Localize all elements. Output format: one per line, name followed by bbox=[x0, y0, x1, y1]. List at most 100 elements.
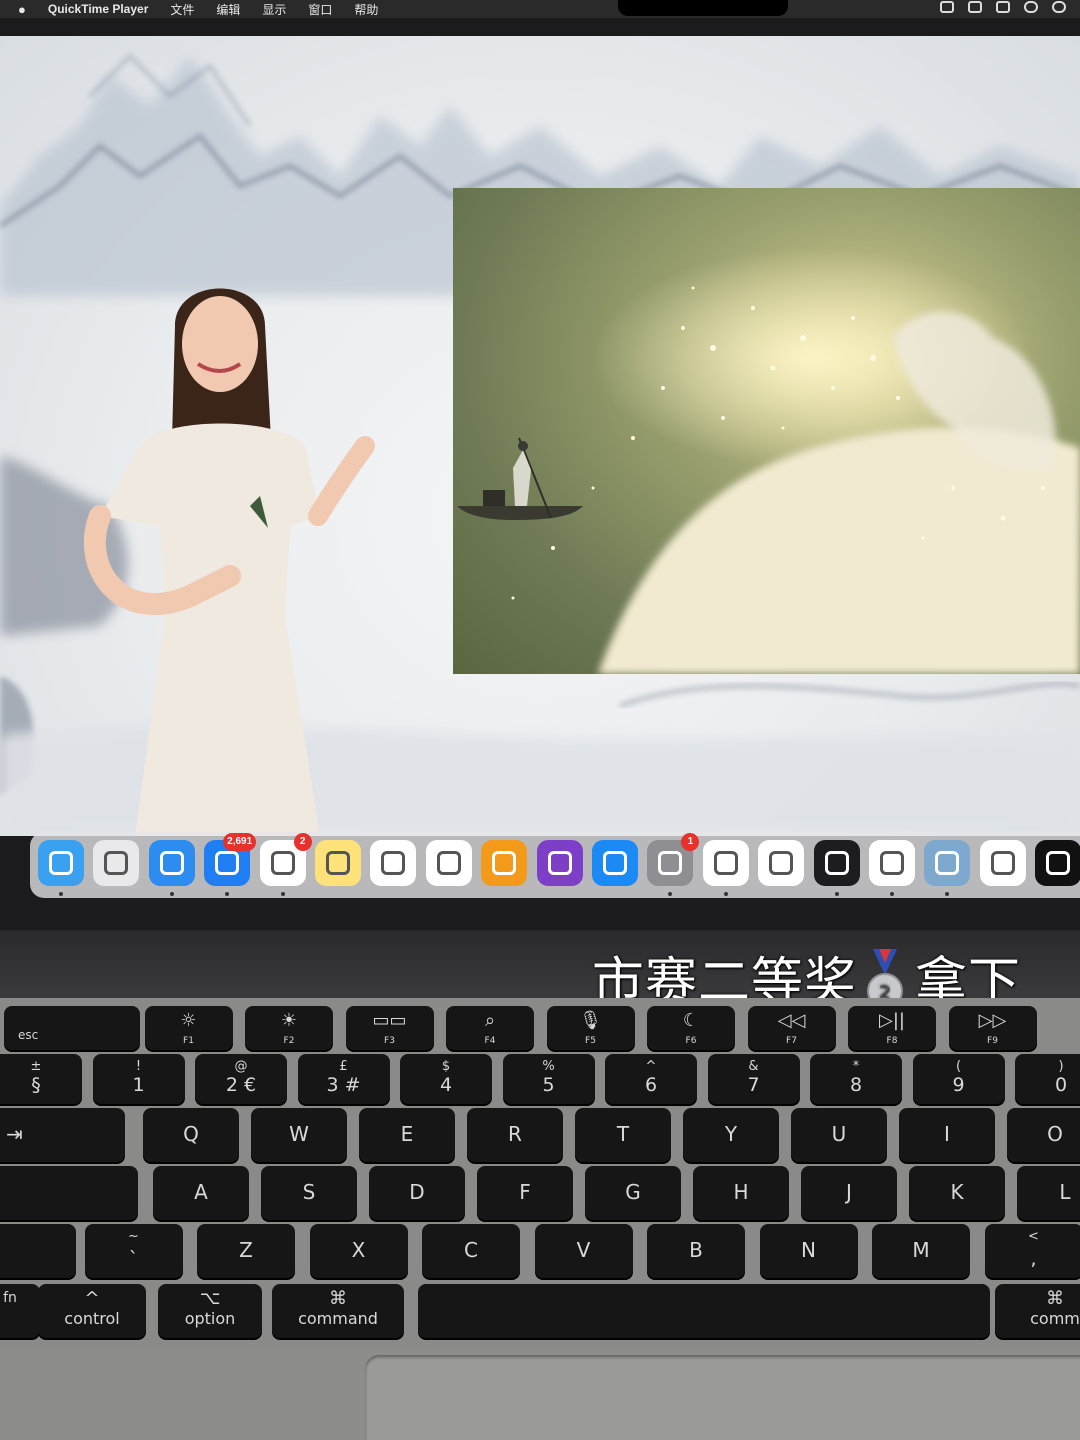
key-h[interactable]: H bbox=[693, 1166, 789, 1220]
key-caps-lock[interactable] bbox=[0, 1166, 138, 1220]
key-option[interactable]: ⌥ option bbox=[158, 1284, 262, 1338]
key-control[interactable]: ^ control bbox=[38, 1284, 146, 1338]
key-f5[interactable]: 🎙 F5 bbox=[546, 1006, 635, 1050]
key-4[interactable]: $4 bbox=[400, 1054, 492, 1104]
dock-app-notes[interactable] bbox=[315, 840, 361, 886]
key-t[interactable]: T bbox=[575, 1108, 671, 1162]
key-l[interactable]: L bbox=[1017, 1166, 1080, 1220]
key-backtick[interactable]: ~ ` bbox=[84, 1224, 183, 1278]
key-r[interactable]: R bbox=[467, 1108, 563, 1162]
key-f2[interactable]: ☀ F2 bbox=[245, 1006, 333, 1050]
dock-app-mail[interactable]: 2,691 bbox=[204, 833, 257, 886]
menu-app-name[interactable]: QuickTime Player bbox=[48, 2, 149, 16]
key-label: X bbox=[351, 1238, 366, 1262]
key-m[interactable]: M bbox=[872, 1224, 970, 1278]
key-j[interactable]: J bbox=[801, 1166, 897, 1220]
key-o[interactable]: O bbox=[1007, 1108, 1080, 1162]
key-7[interactable]: & 7 bbox=[707, 1054, 800, 1104]
apple-icon[interactable]: ● bbox=[18, 2, 26, 17]
key-space[interactable] bbox=[418, 1284, 990, 1338]
inset-video bbox=[453, 188, 1080, 674]
key-label: command bbox=[298, 1309, 378, 1328]
key-g[interactable]: G bbox=[585, 1166, 681, 1220]
key-f9[interactable]: ▷▷ F9 bbox=[948, 1006, 1037, 1050]
key-z[interactable]: Z bbox=[197, 1224, 295, 1278]
key-f4[interactable]: ⌕ F4 bbox=[446, 1006, 534, 1050]
status-icon-e[interactable] bbox=[1052, 1, 1066, 13]
dock-app-settings[interactable]: 1 bbox=[647, 833, 700, 886]
video-screen[interactable] bbox=[0, 36, 1080, 836]
key-tab[interactable]: ⇥ bbox=[0, 1108, 125, 1162]
running-indicator bbox=[169, 892, 174, 896]
key-6[interactable]: ^ 6 bbox=[605, 1054, 697, 1104]
key-f7[interactable]: ◁◁ F7 bbox=[747, 1006, 836, 1050]
key-label: I bbox=[944, 1122, 950, 1146]
key-1[interactable]: ! 1 bbox=[92, 1054, 185, 1104]
key-n[interactable]: N bbox=[759, 1224, 858, 1278]
key-x[interactable]: X bbox=[309, 1224, 408, 1278]
key-u[interactable]: U bbox=[791, 1108, 887, 1162]
dock-app-cloud[interactable] bbox=[758, 840, 805, 886]
key-y[interactable]: Y bbox=[683, 1108, 779, 1162]
status-icon-a[interactable] bbox=[940, 1, 954, 13]
key-f8[interactable]: ▷|| F8 bbox=[848, 1006, 936, 1050]
dock-app-play[interactable] bbox=[869, 840, 915, 886]
dock-app-preview[interactable] bbox=[924, 840, 971, 886]
dock-app-purple-app[interactable] bbox=[536, 840, 583, 886]
status-icon-d[interactable] bbox=[1024, 1, 1038, 13]
key-f3[interactable]: ▭▭ F3 bbox=[345, 1006, 434, 1050]
key-command[interactable]: ⌘ command bbox=[272, 1284, 404, 1338]
dock-app-quicktime[interactable] bbox=[813, 840, 860, 886]
key-shift-left[interactable] bbox=[0, 1224, 76, 1278]
key-§[interactable]: ± § bbox=[0, 1054, 82, 1104]
trackpad[interactable] bbox=[365, 1355, 1080, 1440]
menu-file[interactable]: 文件 bbox=[170, 1, 194, 18]
menu-edit[interactable]: 编辑 bbox=[216, 1, 240, 18]
dock-app-reminders[interactable]: 2 bbox=[259, 833, 312, 886]
key-e[interactable]: E bbox=[359, 1108, 455, 1162]
key-i[interactable]: I bbox=[899, 1108, 995, 1162]
dock-app-finder[interactable] bbox=[38, 840, 84, 886]
dock-app-sync[interactable] bbox=[702, 840, 749, 886]
key-f1[interactable]: ☼ F1 bbox=[144, 1006, 233, 1050]
key-v[interactable]: V bbox=[534, 1224, 633, 1278]
key-label: Q bbox=[183, 1122, 199, 1146]
key-esc[interactable]: esc bbox=[4, 1006, 140, 1050]
status-icon-c[interactable] bbox=[996, 1, 1010, 13]
key-k[interactable]: K bbox=[909, 1166, 1005, 1220]
inset-scene bbox=[457, 248, 1080, 674]
key-s[interactable]: S bbox=[261, 1166, 357, 1220]
key-label: B bbox=[689, 1238, 703, 1262]
key-a[interactable]: A bbox=[153, 1166, 249, 1220]
key-5[interactable]: % 5 bbox=[502, 1054, 595, 1104]
key-8[interactable]: * 8 bbox=[810, 1054, 902, 1104]
key-9[interactable]: (9 bbox=[912, 1054, 1005, 1104]
key-w[interactable]: W bbox=[251, 1108, 347, 1162]
key-f[interactable]: F bbox=[477, 1166, 573, 1220]
key-shift-label: ( bbox=[955, 1059, 962, 1074]
dock-app-safari[interactable] bbox=[148, 840, 195, 886]
key-0[interactable]: ) 0 bbox=[1015, 1054, 1080, 1104]
menu-view[interactable]: 显示 bbox=[262, 1, 286, 18]
key-fn[interactable]: fn bbox=[0, 1284, 40, 1338]
key-d[interactable]: D bbox=[369, 1166, 465, 1220]
menu-help[interactable]: 帮助 bbox=[354, 1, 378, 18]
key-comm[interactable]: ⌘ comm bbox=[995, 1284, 1080, 1338]
menu-window[interactable]: 窗口 bbox=[308, 1, 332, 18]
key-f6[interactable]: ☾ F6 bbox=[647, 1006, 735, 1050]
key-c[interactable]: C bbox=[422, 1224, 520, 1278]
dock-app-wps[interactable] bbox=[425, 840, 472, 886]
dock-app-capcut[interactable] bbox=[1035, 840, 1080, 886]
dock-app-iu[interactable] bbox=[979, 840, 1026, 886]
status-icon-b[interactable] bbox=[968, 1, 982, 13]
key-2[interactable]: @2 € bbox=[195, 1054, 287, 1104]
dock-app-pages[interactable] bbox=[481, 840, 528, 886]
key-3[interactable]: £3 # bbox=[297, 1054, 390, 1104]
key-q[interactable]: Q bbox=[143, 1108, 239, 1162]
dock-app-news[interactable] bbox=[370, 840, 417, 886]
key-comma[interactable]: <, bbox=[984, 1224, 1080, 1278]
dock-app-launchpad[interactable] bbox=[93, 840, 140, 886]
key-b[interactable]: B bbox=[647, 1224, 745, 1278]
key-fn-label: F9 bbox=[987, 1036, 998, 1046]
dock-app-app-store[interactable] bbox=[592, 840, 638, 886]
